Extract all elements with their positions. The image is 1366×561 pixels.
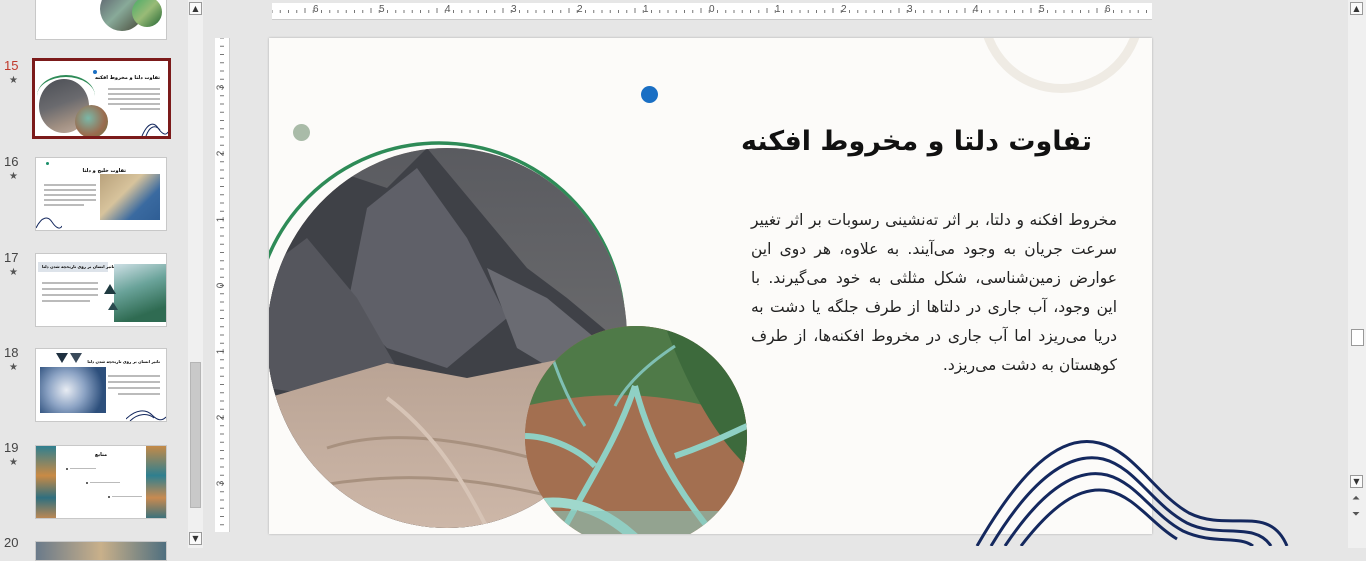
ruler-label: 2 (215, 150, 227, 157)
editor-vertical-scrollbar[interactable]: ▲ ▼ ⏶ ⏷ (1348, 0, 1366, 548)
star-icon: ★ (9, 75, 18, 86)
blue-dot (641, 86, 658, 103)
decorative-ring (979, 38, 1144, 93)
slide-thumbnail-pane: 15 ★ تفاوت دلتا و مخروط افکنه 16 ★ تفاوت… (0, 0, 185, 561)
scroll-down-button[interactable]: ▼ (189, 532, 202, 545)
thumb-title: تاثیر انسان بر روی تاریخچه شدن دلتا (42, 264, 115, 269)
next-slide-icon[interactable]: ⏷ (1352, 509, 1360, 520)
vertical-ruler: 3 2 1 0 1 2 3 (215, 38, 230, 532)
ruler-label: 1 (775, 4, 781, 15)
slide-thumbnail-16[interactable]: تفاوت خلیج و دلتا (35, 157, 167, 231)
slide-entry-16[interactable]: 16 ★ تفاوت خلیج و دلتا (0, 154, 185, 234)
star-icon: ★ (9, 267, 18, 278)
slide-entry-18[interactable]: 18 ★ تاثیر انسان بر روی تاریخچه شدن دلتا (0, 345, 185, 425)
horizontal-ruler: 6 5 4 3 2 1 0 1 2 3 4 5 6 (272, 3, 1152, 20)
slide-entry-19[interactable]: 19 ★ منابع (0, 440, 185, 520)
slide-number: 16 (4, 154, 19, 169)
ruler-label: 1 (215, 348, 227, 355)
ruler-label: 2 (215, 414, 227, 421)
ruler-label: 0 (215, 282, 227, 289)
slide-title[interactable]: تفاوت دلتا و مخروط افکنه (741, 126, 1092, 157)
ruler-label: 1 (215, 216, 227, 223)
previous-slide-icon[interactable]: ⏶ (1352, 493, 1360, 504)
ruler-label: 3 (215, 84, 227, 91)
ruler-label: 2 (841, 4, 847, 15)
navy-wave-lines (975, 440, 1289, 546)
sage-dot (293, 124, 310, 141)
ruler-label: 3 (215, 480, 227, 487)
ruler-label: 4 (445, 4, 451, 15)
delta-satellite-image (525, 326, 747, 534)
ruler-label: 3 (907, 4, 913, 15)
scroll-up-button[interactable]: ▲ (1350, 2, 1363, 15)
slide-number: 17 (4, 250, 19, 265)
ruler-label: 5 (379, 4, 385, 15)
slide-thumbnail-20[interactable] (35, 541, 167, 561)
slide-canvas[interactable]: تفاوت دلتا و مخروط افکنه مخروط افکنه و د… (269, 38, 1289, 546)
slide-entry-17[interactable]: 17 ★ تاثیر انسان بر روی تاریخچه شدن دلتا (0, 250, 185, 330)
slide-thumbnail-17[interactable]: تاثیر انسان بر روی تاریخچه شدن دلتا (35, 253, 167, 327)
slide-thumbnail-15[interactable]: تفاوت دلتا و مخروط افکنه (32, 58, 171, 139)
thumb-title: منابع (94, 452, 108, 458)
slide-number: 18 (4, 345, 19, 360)
slide-thumbnail-18[interactable]: تاثیر انسان بر روی تاریخچه شدن دلتا (35, 348, 167, 422)
star-icon: ★ (9, 457, 18, 468)
slide-number: 19 (4, 440, 19, 455)
ruler-label: 4 (973, 4, 979, 15)
slide-number: 15 (4, 58, 19, 73)
scroll-up-button[interactable]: ▲ (189, 2, 202, 15)
ruler-label: 5 (1039, 4, 1045, 15)
slide-thumbnail-14[interactable] (35, 0, 167, 40)
thumbnail-scrollbar[interactable]: ▲ ▼ (188, 0, 203, 548)
slide-entry-20[interactable]: 20 (0, 535, 185, 561)
thumb-title: تفاوت خلیج و دلتا (82, 168, 126, 174)
scroll-down-button[interactable]: ▼ (1350, 475, 1363, 488)
slide-thumbnail-19[interactable]: منابع (35, 445, 167, 519)
ruler-label: 6 (1105, 4, 1111, 15)
thumb-title: تاثیر انسان بر روی تاریخچه شدن دلتا (87, 359, 160, 364)
ruler-label: 0 (709, 4, 715, 15)
star-icon: ★ (9, 171, 18, 182)
scrollbar-thumb[interactable] (190, 362, 201, 508)
thumb-title: تفاوت دلتا و مخروط افکنه (95, 75, 160, 81)
star-icon: ★ (9, 362, 18, 373)
ruler-label: 6 (313, 4, 319, 15)
ruler-label: 3 (511, 4, 517, 15)
ruler-label: 1 (643, 4, 649, 15)
scrollbar-thumb[interactable] (1351, 329, 1364, 346)
slide-body-text[interactable]: مخروط افکنه و دلتا، بر اثر ته‌نشینی رسوب… (751, 206, 1117, 380)
slide-entry-15[interactable]: 15 ★ تفاوت دلتا و مخروط افکنه (0, 58, 185, 142)
ruler-label: 2 (577, 4, 583, 15)
